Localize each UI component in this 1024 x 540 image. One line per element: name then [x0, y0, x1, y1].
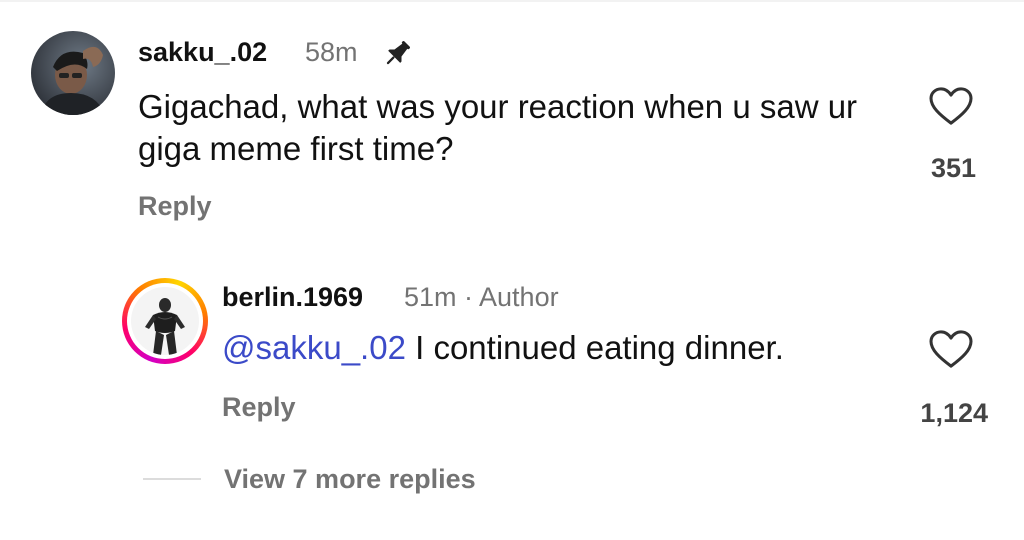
heart-icon[interactable] [928, 86, 974, 126]
comment-timestamp: 58m [305, 37, 358, 67]
reply-username[interactable]: berlin.1969 [222, 281, 363, 313]
view-more-replies-button[interactable]: View 7 more replies [224, 463, 476, 495]
reply-body: I continued eating dinner. [405, 329, 784, 366]
replies-divider [143, 478, 201, 480]
like-count[interactable]: 1,124 [880, 397, 988, 429]
reply-timestamp-author: 51m · Author [404, 282, 559, 312]
avatar-photo [31, 31, 115, 115]
pin-icon [386, 41, 410, 65]
story-ring-gap [127, 283, 203, 359]
comment-text: Gigachad, what was your reaction when u … [138, 88, 858, 167]
comment-username[interactable]: sakku_.02 [138, 36, 267, 68]
top-divider [0, 0, 1024, 2]
like-count[interactable]: 351 [900, 152, 976, 184]
author-avatar[interactable] [122, 278, 208, 364]
reply-text: @sakku_.02 I continued eating dinner. [222, 327, 784, 369]
reply-button[interactable]: Reply [138, 190, 212, 222]
heart-icon[interactable] [928, 329, 974, 369]
avatar-photo [131, 287, 199, 355]
reply-button[interactable]: Reply [222, 391, 296, 423]
mention-link[interactable]: @sakku_.02 [222, 329, 406, 366]
avatar[interactable] [31, 31, 115, 115]
